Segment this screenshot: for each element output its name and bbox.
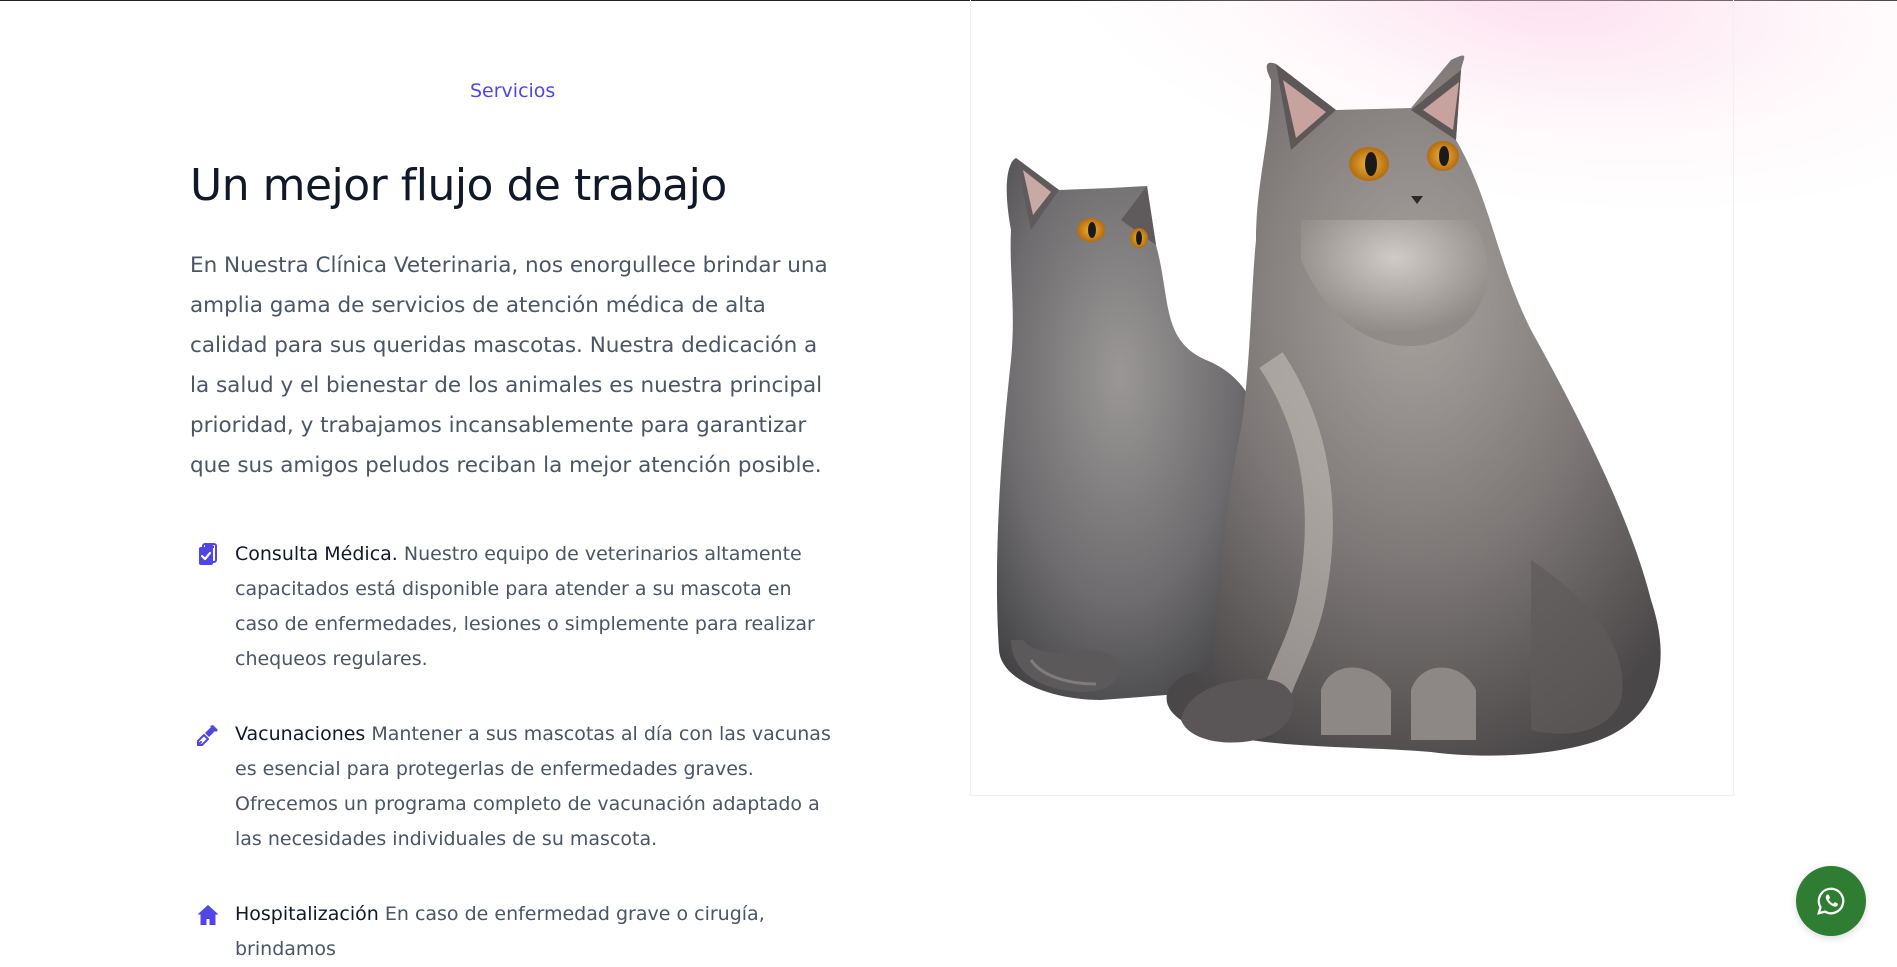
section-headline: Un mejor flujo de trabajo [190,160,727,211]
home-icon [197,905,219,925]
feature-text: Vacunaciones Mantener a sus mascotas al … [235,717,840,857]
hero-image [970,0,1734,796]
feature-title: Vacunaciones [235,723,366,745]
feature-vacunaciones: Vacunaciones Mantener a sus mascotas al … [190,717,840,857]
clipboard-check-icon [199,543,217,565]
feature-consulta: Consulta Médica. Nuestro equipo de veter… [190,537,840,677]
feature-hospitalizacion: Hospitalización En caso de enfermedad gr… [190,897,840,967]
whatsapp-button[interactable] [1796,866,1866,936]
section-eyebrow: Servicios [470,80,556,102]
feature-text: Consulta Médica. Nuestro equipo de veter… [235,537,840,677]
syringe-icon [197,725,218,746]
feature-title: Consulta Médica. [235,543,398,565]
two-gray-cats-photo [996,55,1661,756]
feature-title: Hospitalización [235,903,379,925]
feature-text: Hospitalización En caso de enfermedad gr… [235,897,840,967]
whatsapp-icon [1817,887,1845,915]
section-lead: En Nuestra Clínica Veterinaria, nos enor… [190,253,828,478]
